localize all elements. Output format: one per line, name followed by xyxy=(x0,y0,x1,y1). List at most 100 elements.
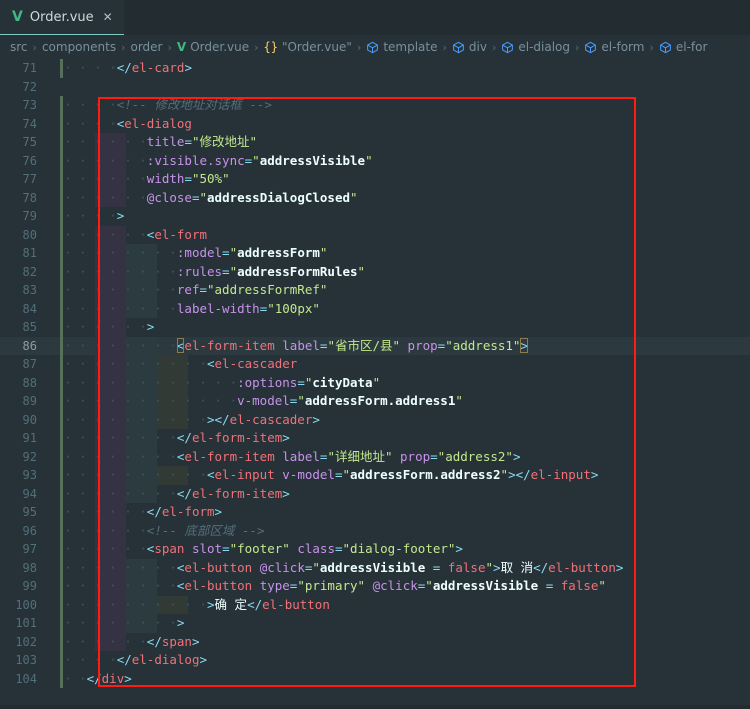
change-indicator xyxy=(60,521,63,540)
code-line[interactable]: 95 · · · · · ·</el-form> xyxy=(0,503,750,522)
code-line[interactable]: 78 · · · · · ·@close="addressDialogClose… xyxy=(0,188,750,207)
change-indicator xyxy=(60,373,63,392)
line-content: · · · · · · · · · ·></el-cascader> xyxy=(64,411,320,427)
line-content: · · · · · · · · · · · ·:options="cityDat… xyxy=(64,374,381,390)
code-line[interactable]: 72 xyxy=(0,78,750,97)
breadcrumb-separator: › xyxy=(32,40,37,54)
line-number: 80 xyxy=(22,227,37,242)
line-content: · · · · · · · · · · · ·v-model="addressF… xyxy=(64,393,463,408)
code-line[interactable]: 91 · · · · · · · ·</el-form-item> xyxy=(0,429,750,448)
breadcrumb-item-el-form-item[interactable]: el-for xyxy=(659,40,707,54)
code-line[interactable]: 84 · · · · · · · ·label-width="100px" xyxy=(0,299,750,318)
code-line[interactable]: 92 · · · · · · · ·<el-form-item label="详… xyxy=(0,447,750,466)
code-line[interactable]: 93 · · · · · · · · · ·<el-input v-model=… xyxy=(0,466,750,485)
code-line[interactable]: 104 · ·</div> xyxy=(0,669,750,688)
breadcrumb-item-template[interactable]: template xyxy=(366,40,437,54)
breadcrumb-item-el-form[interactable]: el-form xyxy=(584,40,644,54)
change-indicator xyxy=(60,151,63,170)
line-content: · · · · · · · ·<el-button type="primary"… xyxy=(64,578,606,593)
code-line[interactable]: 100 · · · · · · · · · ·>确 定</el-button xyxy=(0,595,750,614)
breadcrumb-item-order[interactable]: order xyxy=(130,40,162,54)
vue-file-icon: V xyxy=(176,40,187,54)
code-line[interactable]: 87 · · · · · · · · · ·<el-cascader xyxy=(0,355,750,374)
line-content: · · · · · ·<!-- 底部区域 --> xyxy=(64,522,265,538)
line-number: 104 xyxy=(15,671,37,686)
code-line[interactable]: 101 · · · · · · · ·> xyxy=(0,614,750,633)
bottom-strip xyxy=(0,705,750,709)
code-line[interactable]: 79 · · · ·> xyxy=(0,207,750,226)
code-line[interactable]: 81 · · · · · · · ·:model="addressForm" xyxy=(0,244,750,263)
code-line[interactable]: 90 · · · · · · · · · ·></el-cascader> xyxy=(0,410,750,429)
braces-icon: {} xyxy=(263,40,278,54)
code-line[interactable]: 97 · · · · · ·<span slot="footer" class=… xyxy=(0,540,750,559)
code-line[interactable]: 94 · · · · · · · ·</el-form-item> xyxy=(0,484,750,503)
line-number: 90 xyxy=(22,412,37,427)
line-number: 74 xyxy=(22,116,37,131)
change-indicator xyxy=(60,466,63,485)
code-line-active[interactable]: 86 · · · · · · · ·<el-form-item label="省… xyxy=(0,336,750,355)
code-line[interactable]: 73 · · · ·<!-- 修改地址对话框 --> xyxy=(0,96,750,115)
code-line[interactable]: 89 · · · · · · · · · · · ·v-model="addre… xyxy=(0,392,750,411)
code-line[interactable]: 85 · · · · · ·> xyxy=(0,318,750,337)
line-number: 84 xyxy=(22,301,37,316)
breadcrumb: src › components › order › V Order.vue ›… xyxy=(0,35,750,59)
code-line[interactable]: 82 · · · · · · · ·:rules="addressFormRul… xyxy=(0,262,750,281)
line-content: · · · ·> xyxy=(64,208,125,223)
line-number: 85 xyxy=(22,320,37,334)
code-line[interactable]: 80 · · · · · ·<el-form xyxy=(0,225,750,244)
cube-symbol-icon xyxy=(452,41,465,54)
line-number: 100 xyxy=(15,597,37,612)
breadcrumb-label: div xyxy=(468,40,487,54)
code-line[interactable]: 74 · · · ·<el-dialog xyxy=(0,114,750,133)
line-content: · · · · · · · ·</el-form-item> xyxy=(64,430,290,445)
change-indicator xyxy=(60,355,63,374)
change-indicator xyxy=(60,632,63,651)
editor-tab-bar: V Order.vue ✕ xyxy=(0,0,750,35)
line-number: 89 xyxy=(22,394,37,408)
line-content: · · · · · · · ·</el-form-item> xyxy=(64,485,290,501)
code-line[interactable]: 102 · · · · · ·</span> xyxy=(0,632,750,651)
breadcrumb-separator: › xyxy=(167,40,172,54)
cube-symbol-icon xyxy=(501,41,514,54)
close-icon[interactable]: ✕ xyxy=(103,11,113,23)
change-indicator xyxy=(60,318,63,337)
change-indicator xyxy=(60,281,63,300)
breadcrumb-label: "Order.vue" xyxy=(281,40,352,54)
line-number: 86 xyxy=(22,338,37,353)
breadcrumb-separator: › xyxy=(356,40,362,54)
code-line[interactable]: 88 · · · · · · · · · · · ·:options="city… xyxy=(0,373,750,392)
breadcrumb-item-components[interactable]: components xyxy=(42,40,116,54)
breadcrumb-label: order xyxy=(130,40,163,54)
breadcrumb-separator: › xyxy=(442,40,447,54)
breadcrumb-label: components xyxy=(41,40,117,54)
change-indicator xyxy=(60,262,63,281)
line-content: · · · · · · · ·> xyxy=(64,615,185,630)
line-content: · · · · · ·> xyxy=(64,319,155,334)
line-content: · · · ·<el-dialog xyxy=(64,115,192,131)
code-line[interactable]: 77 · · · · · ·width="50%" xyxy=(0,170,750,189)
code-line[interactable]: 83 · · · · · · · ·ref="addressFormRef" xyxy=(0,281,750,300)
line-number: 72 xyxy=(22,79,37,94)
change-indicator xyxy=(60,225,63,244)
line-number: 71 xyxy=(22,61,37,75)
code-line[interactable]: 99 · · · · · · · ·<el-button type="prima… xyxy=(0,577,750,596)
change-indicator xyxy=(60,244,63,263)
code-editor[interactable]: 71 · · · ·</el-card> 72 73 · · · ·<!-- 修… xyxy=(0,59,750,709)
code-line[interactable]: 103 · · · ·</el-dialog> xyxy=(0,651,750,670)
vscode-window: V Order.vue ✕ src › components › order ›… xyxy=(0,0,750,709)
code-line[interactable]: 76 · · · · · ·:visible.sync="addressVisi… xyxy=(0,151,750,170)
change-indicator xyxy=(60,299,63,318)
tab-order-vue[interactable]: V Order.vue ✕ xyxy=(0,0,124,35)
breadcrumb-item-src[interactable]: src xyxy=(10,40,28,54)
change-indicator xyxy=(60,59,63,78)
code-line[interactable]: 96 · · · · · ·<!-- 底部区域 --> xyxy=(0,521,750,540)
breadcrumb-item-div[interactable]: div xyxy=(452,40,487,54)
tab-label: Order.vue xyxy=(29,9,94,25)
breadcrumb-item-order-vue[interactable]: V Order.vue xyxy=(177,40,249,54)
code-line[interactable]: 71 · · · ·</el-card> xyxy=(0,59,750,78)
cube-symbol-icon xyxy=(366,41,379,54)
breadcrumb-item-el-dialog[interactable]: el-dialog xyxy=(501,40,570,54)
code-line[interactable]: 98 · · · · · · · ·<el-button @click="add… xyxy=(0,558,750,577)
breadcrumb-item-order-vue-symbol[interactable]: {} "Order.vue" xyxy=(264,40,352,54)
code-line[interactable]: 75 · · · · · ·title="修改地址" xyxy=(0,133,750,152)
